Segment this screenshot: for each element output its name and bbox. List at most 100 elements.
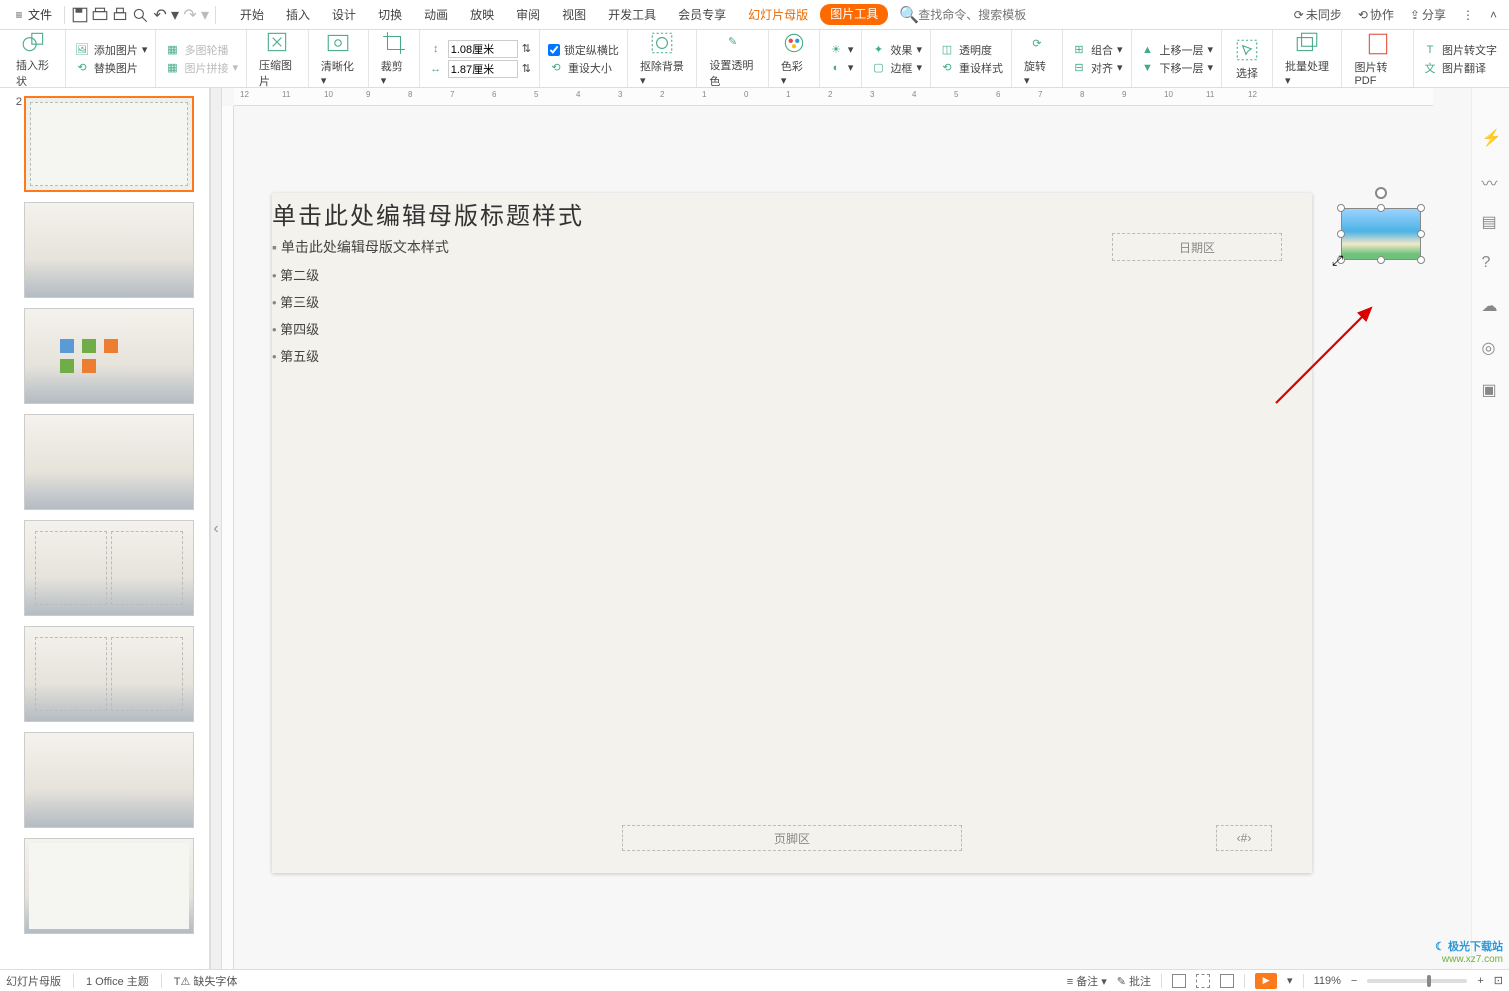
sync-status[interactable]: ⟳未同步	[1290, 4, 1346, 25]
zoom-out-button[interactable]: −	[1351, 975, 1357, 987]
search-input[interactable]	[918, 8, 1068, 22]
play-dropdown-icon[interactable]: ▾	[1287, 974, 1293, 987]
status-theme[interactable]: 1 Office 主题	[86, 973, 149, 989]
slide-editing-area[interactable]: 1211109876543210123456789101112 单击此处编辑母版…	[222, 88, 1471, 969]
undo-dropdown-icon[interactable]: ▾	[171, 6, 179, 24]
rocket-icon[interactable]: ⚡	[1482, 128, 1500, 146]
effects-button[interactable]: ✦效果▾	[868, 41, 924, 59]
border-button[interactable]: ▢边框▾	[868, 59, 924, 77]
file-menu[interactable]: ≡文件	[4, 4, 58, 26]
find-icon[interactable]	[131, 6, 149, 24]
align-button[interactable]: ⊟对齐▾	[1069, 59, 1125, 77]
sorter-view-icon[interactable]	[1196, 974, 1210, 988]
group-button[interactable]: ⊞组合▾	[1069, 41, 1125, 59]
panel-collapse-button[interactable]: ‹	[210, 88, 222, 969]
tab-slide-master[interactable]: 幻灯片母版	[738, 4, 818, 25]
contrast-button[interactable]: ◐▾	[826, 59, 856, 77]
overflow-menu[interactable]: ⋮	[1458, 6, 1478, 24]
resize-handle-bm[interactable]	[1377, 256, 1385, 264]
set-transparent-color-button[interactable]: ✎设置透明色	[703, 27, 762, 91]
compress-image-button[interactable]: 压缩图片	[253, 27, 302, 91]
print-icon[interactable]	[111, 6, 129, 24]
slideshow-play-button[interactable]: ▶	[1255, 973, 1277, 989]
picture-translate-button[interactable]: 文图片翻译	[1420, 59, 1499, 77]
remove-background-button[interactable]: 抠除背景 ▾	[634, 28, 690, 89]
spinner-icon[interactable]: ⇅	[522, 62, 531, 75]
slide-thumbnails-panel[interactable]: 2	[0, 88, 210, 969]
crop-button[interactable]: 裁剪 ▾	[375, 28, 413, 89]
save-icon[interactable]	[71, 6, 89, 24]
thumb-4[interactable]	[8, 414, 201, 510]
tab-start[interactable]: 开始	[230, 4, 274, 25]
lock-aspect-checkbox[interactable]: 锁定纵横比	[546, 41, 621, 59]
tab-member[interactable]: 会员专享	[668, 4, 736, 25]
redo-dropdown-icon[interactable]: ▾	[201, 6, 209, 24]
reading-view-icon[interactable]	[1220, 974, 1234, 988]
thumb-8[interactable]	[8, 838, 201, 934]
reset-style-button[interactable]: ⟲重设样式	[937, 59, 1005, 77]
tab-developer[interactable]: 开发工具	[598, 4, 666, 25]
footer-placeholder[interactable]: 页脚区	[622, 825, 962, 851]
tab-slideshow[interactable]: 放映	[460, 4, 504, 25]
tab-insert[interactable]: 插入	[276, 4, 320, 25]
picture-to-text-button[interactable]: T图片转文字	[1420, 41, 1499, 59]
collapse-ribbon[interactable]: ˄	[1486, 6, 1501, 24]
sharpen-button[interactable]: 清晰化 ▾	[315, 28, 362, 89]
batch-process-button[interactable]: 批量处理 ▾	[1279, 28, 1335, 89]
lock-checkbox[interactable]	[548, 44, 560, 56]
normal-view-icon[interactable]	[1172, 974, 1186, 988]
reset-size-button[interactable]: ⟲重设大小	[546, 59, 621, 77]
color-button[interactable]: 色彩 ▾	[775, 28, 813, 89]
rotate-button[interactable]: ⟳旋转 ▾	[1018, 28, 1056, 89]
spinner-icon[interactable]: ⇅	[522, 42, 531, 55]
thumb-3[interactable]	[8, 308, 201, 404]
collaborate-button[interactable]: ⟲协作	[1354, 4, 1398, 25]
status-missing-font[interactable]: T⚠ 缺失字体	[174, 973, 238, 989]
slide-master-canvas[interactable]: 单击此处编辑母版标题样式 日期区 单击此处编辑母版文本样式 第二级 第三级 第四…	[272, 193, 1312, 873]
title-placeholder[interactable]: 单击此处编辑母版标题样式	[272, 193, 1312, 233]
resize-handle-br[interactable]	[1417, 256, 1425, 264]
fit-to-window-button[interactable]: ⊡	[1494, 974, 1503, 987]
selection-pane-button[interactable]: 选择	[1228, 35, 1266, 83]
zoom-percentage[interactable]: 119%	[1314, 975, 1341, 987]
tab-view[interactable]: 视图	[552, 4, 596, 25]
width-input[interactable]	[448, 60, 518, 78]
undo-icon[interactable]: ↶	[151, 6, 169, 24]
inserted-picture-selected[interactable]: ⤢	[1341, 208, 1421, 260]
resize-handle-ml[interactable]	[1337, 230, 1345, 238]
thumb-2[interactable]	[8, 202, 201, 298]
date-placeholder[interactable]: 日期区	[1112, 233, 1282, 261]
resize-handle-tr[interactable]	[1417, 204, 1425, 212]
comments-button[interactable]: ✎ 批注	[1117, 973, 1151, 989]
tab-transition[interactable]: 切换	[368, 4, 412, 25]
slide-number-placeholder[interactable]: ‹#›	[1216, 825, 1272, 851]
command-search[interactable]: 🔍	[900, 6, 1288, 24]
redo-icon[interactable]: ↷	[181, 6, 199, 24]
zoom-in-button[interactable]: +	[1477, 975, 1483, 987]
notes-button[interactable]: ≡ 备注 ▾	[1067, 973, 1107, 989]
thumb-6[interactable]	[8, 626, 201, 722]
height-input[interactable]	[448, 40, 518, 58]
bookmark-icon[interactable]: ▣	[1482, 380, 1500, 398]
cloud-icon[interactable]: ☁	[1482, 296, 1500, 314]
resize-handle-tm[interactable]	[1377, 204, 1385, 212]
print-preview-icon[interactable]	[91, 6, 109, 24]
picture-to-pdf-button[interactable]: 图片转PDF	[1348, 29, 1407, 89]
resize-handle-tl[interactable]	[1337, 204, 1345, 212]
tab-review[interactable]: 审阅	[506, 4, 550, 25]
rotation-handle[interactable]	[1375, 187, 1387, 199]
add-image-button[interactable]: 🖼添加图片▾	[72, 41, 150, 59]
resize-handle-mr[interactable]	[1417, 230, 1425, 238]
send-backward-button[interactable]: ▼下移一层▾	[1138, 59, 1216, 77]
replace-image-button[interactable]: ⟲替换图片	[72, 59, 150, 77]
thumb-7[interactable]	[8, 732, 201, 828]
transparency-button[interactable]: ◫透明度	[937, 41, 1005, 59]
thumb-1[interactable]: 2	[8, 96, 201, 192]
target-icon[interactable]: ◎	[1482, 338, 1500, 356]
clipboard-icon[interactable]: ▤	[1482, 212, 1500, 230]
tab-design[interactable]: 设计	[322, 4, 366, 25]
help-icon[interactable]: ?	[1482, 254, 1500, 272]
tab-animation[interactable]: 动画	[414, 4, 458, 25]
bring-forward-button[interactable]: ▲上移一层▾	[1138, 41, 1216, 59]
settings-icon[interactable]: 〰	[1482, 170, 1500, 188]
